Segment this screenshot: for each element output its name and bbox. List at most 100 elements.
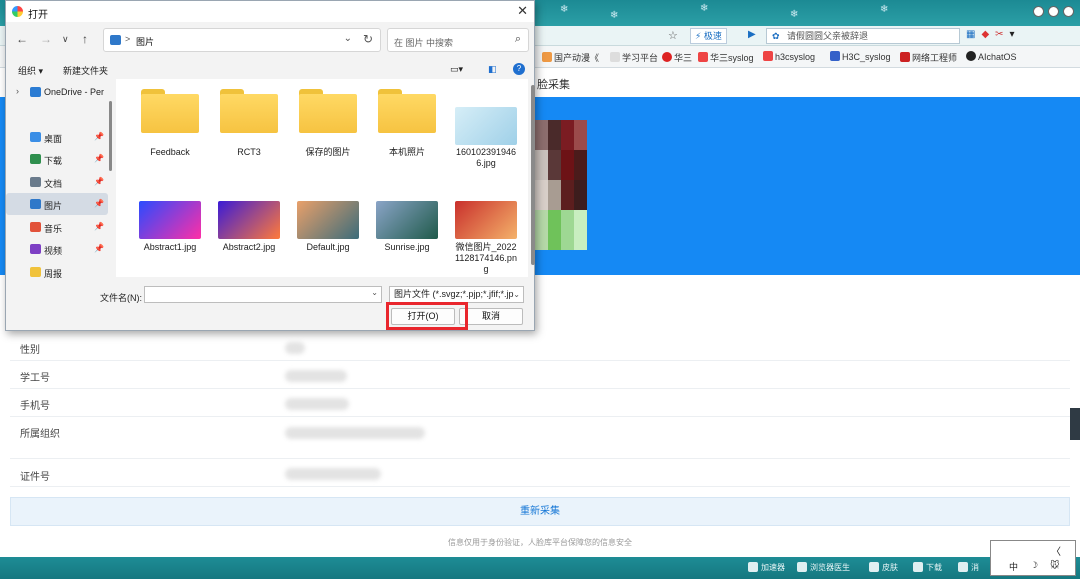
apps-icon[interactable]: ▦ <box>966 29 975 40</box>
play-icon[interactable]: ▶ <box>748 29 756 40</box>
side-panel-handle[interactable] <box>1070 408 1080 440</box>
bookmark[interactable]: 国产动漫《 <box>542 51 599 64</box>
browser-logo-icon <box>12 6 23 17</box>
restore-button[interactable] <box>1063 6 1074 17</box>
view-icon[interactable]: ▭▾ <box>450 64 463 75</box>
chevron-down-icon[interactable]: ⌄ <box>513 287 520 302</box>
nav-item-documents[interactable]: 文档 📌 <box>6 171 108 193</box>
bookmark[interactable]: h3csyslog <box>763 51 815 62</box>
chevron-down-icon[interactable]: ⌄ <box>344 33 352 44</box>
pin-icon[interactable]: 📌 <box>94 132 104 141</box>
file-item-image[interactable]: Default.jpg <box>291 189 365 252</box>
dialog-title-bar[interactable]: 打开 ✕ <box>6 1 534 22</box>
file-item-image[interactable]: 1601023919466.jpg <box>449 89 523 169</box>
cloud-icon <box>30 87 41 97</box>
recapture-button[interactable]: 重新采集 <box>10 497 1070 526</box>
path-bar[interactable]: > 图片 ⌄ ↻ <box>103 28 381 52</box>
ime-toolbar[interactable]: 〈 中 ☽ 🐭 <box>990 540 1076 576</box>
search-icon[interactable]: ⌕ <box>515 33 521 46</box>
breadcrumb-pictures[interactable]: 图片 <box>136 35 154 48</box>
nav-item-weekly[interactable]: 周报 <box>6 261 108 279</box>
nav-item-music[interactable]: 音乐 📌 <box>6 216 108 238</box>
bookmark-label: 华三 <box>674 53 693 63</box>
file-item-image[interactable]: Abstract1.jpg <box>133 189 207 252</box>
file-name: Sunrise.jpg <box>384 242 430 252</box>
game-icon[interactable]: ◆ <box>981 29 989 40</box>
dialog-search-input[interactable]: 在 图片 中搜索 ⌕ <box>387 28 529 52</box>
file-item-image[interactable]: Abstract2.jpg <box>212 189 286 252</box>
recent-chevron-icon[interactable]: ∨ <box>62 34 69 45</box>
bookmark[interactable]: 学习平台 <box>610 51 658 64</box>
bookmark[interactable]: AIchatOS <box>966 51 1017 62</box>
cancel-button[interactable]: 取消 <box>459 308 523 325</box>
nav-item-videos[interactable]: 视频 📌 <box>6 238 108 260</box>
minimize-button[interactable] <box>1048 6 1059 17</box>
organize-button[interactable]: 组织 ▾ <box>18 64 43 77</box>
star-icon[interactable]: ☆ <box>668 29 678 42</box>
dialog-title: 打开 <box>28 10 48 21</box>
snowflake-icon: ❄ <box>790 9 799 20</box>
status-download[interactable]: 下载 <box>913 562 942 573</box>
skin-icon <box>869 562 879 572</box>
bookmark[interactable]: H3C_syslog <box>830 51 891 62</box>
file-list-scrollbar[interactable] <box>531 85 535 265</box>
pin-icon[interactable]: 📌 <box>94 177 104 186</box>
forward-arrow-icon[interactable]: → <box>40 32 52 46</box>
bookmark[interactable]: 华三 <box>662 51 692 64</box>
bookmark[interactable]: 网络工程师 <box>900 51 957 64</box>
file-item-folder[interactable]: 本机照片 <box>370 89 444 159</box>
help-icon[interactable]: ? <box>513 63 525 75</box>
nav-item-desktop[interactable]: 桌面 📌 <box>6 126 108 148</box>
field-row: 所属组织 <box>10 417 1070 459</box>
bookmark[interactable]: 华三syslog <box>698 51 754 64</box>
file-item-image[interactable]: 微信图片_20221128174146.png <box>449 189 523 274</box>
filename-input[interactable]: ⌄ <box>144 286 382 303</box>
file-name: Abstract2.jpg <box>222 242 276 252</box>
expand-chevron-icon[interactable]: › <box>16 86 19 96</box>
snowflake-icon: ❄ <box>880 4 889 15</box>
folder-icon <box>220 89 278 133</box>
file-item-folder[interactable]: Feedback <box>133 89 207 159</box>
status-accelerator[interactable]: 加速器 <box>748 562 785 573</box>
refresh-icon[interactable]: ↻ <box>363 32 373 46</box>
c-icon <box>698 52 708 62</box>
ime-skin-icon[interactable]: 🐭 <box>1050 560 1059 573</box>
pin-icon[interactable]: 📌 <box>94 244 104 253</box>
back-arrow-icon[interactable]: ← <box>16 32 28 46</box>
status-skin[interactable]: 皮肤 <box>869 562 898 573</box>
browser-search-input[interactable]: ✿ 请假圆圆父亲被辞退 <box>766 28 960 44</box>
cut-icon[interactable]: ✂ <box>995 29 1003 40</box>
bookmark-label: 学习平台 <box>622 53 659 63</box>
pictures-icon <box>30 199 41 209</box>
ime-mode-icon[interactable]: ☽ <box>1030 560 1038 573</box>
bookmark-label: h3csyslog <box>775 52 816 62</box>
file-item-folder[interactable]: RCT3 <box>212 89 286 159</box>
engine-switch[interactable]: ⚡ 极速 <box>690 28 727 44</box>
nav-item-pictures[interactable]: 图片 📌 <box>6 193 108 215</box>
nav-label: 下载 <box>44 156 63 166</box>
navigation-pane: › OneDrive - Per 桌面 📌 下载 📌 文档 📌 图片 📌 音乐 📌 视频 📌 … <box>6 79 108 279</box>
menu-button[interactable] <box>1033 6 1044 17</box>
search-placeholder: 在 图片 中搜索 <box>394 38 454 48</box>
ime-lang[interactable]: 中 <box>1009 560 1018 573</box>
status-label: 下载 <box>926 563 942 572</box>
preview-pane-icon[interactable]: ◧ <box>488 64 497 75</box>
status-extra[interactable]: 消 <box>958 562 979 573</box>
new-folder-button[interactable]: 新建文件夹 <box>63 64 108 77</box>
nav-item-onedrive[interactable]: › OneDrive - Per <box>6 81 108 103</box>
filetype-select[interactable]: 图片文件 (*.svgz;*.pjp;*.jfif;*.jp ⌄ <box>389 286 524 303</box>
status-doctor[interactable]: 浏览器医生 <box>797 562 850 573</box>
chevron-down-icon[interactable]: ▾ <box>1010 29 1015 40</box>
chevron-down-icon[interactable]: ⌄ <box>371 288 378 297</box>
pin-icon[interactable]: 📌 <box>94 154 104 163</box>
file-item-folder[interactable]: 保存的图片 <box>291 89 365 159</box>
breadcrumb-separator: > <box>125 34 131 44</box>
nav-scrollbar[interactable] <box>109 101 112 171</box>
nav-item-downloads[interactable]: 下载 📌 <box>6 148 108 170</box>
pin-icon[interactable]: 📌 <box>94 222 104 231</box>
up-arrow-icon[interactable]: ↑ <box>82 32 88 46</box>
file-item-image[interactable]: Sunrise.jpg <box>370 189 444 252</box>
snowflake-icon: ❄ <box>700 3 709 14</box>
pin-icon[interactable]: 📌 <box>94 199 104 208</box>
close-icon[interactable]: ✕ <box>517 3 528 19</box>
